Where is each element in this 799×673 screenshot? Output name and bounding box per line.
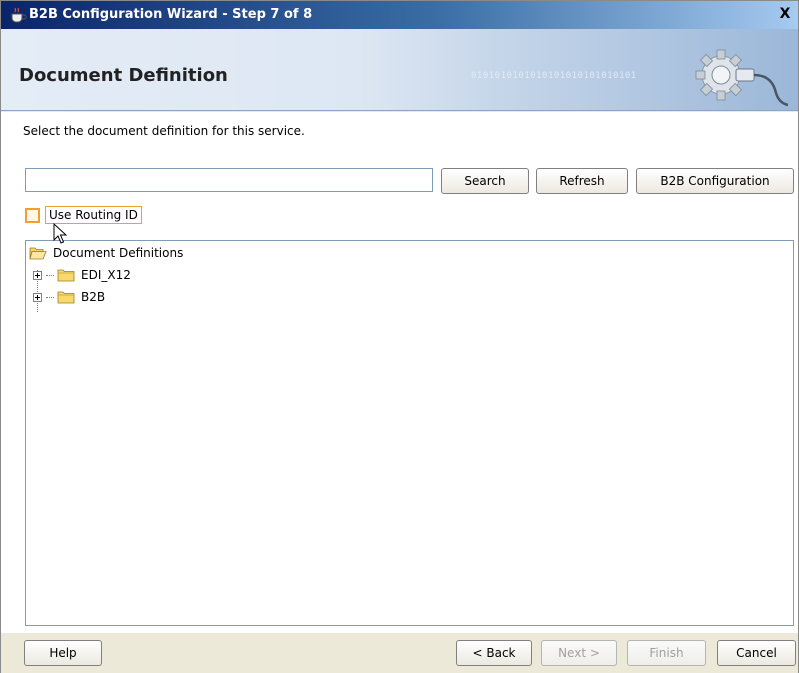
next-button-label: Next > [558, 646, 600, 660]
help-button[interactable]: Help [24, 640, 102, 666]
tree-node-label: EDI_X12 [81, 268, 131, 282]
header-banner: Document Definition 01010101010101010101… [1, 29, 798, 111]
finish-button[interactable]: Finish [627, 640, 706, 666]
page-title: Document Definition [19, 65, 228, 86]
expand-icon[interactable] [33, 292, 42, 302]
close-button[interactable]: X [776, 5, 794, 23]
cancel-button[interactable]: Cancel [717, 640, 796, 666]
search-input[interactable] [25, 168, 433, 192]
tree-node-label: B2B [81, 290, 106, 304]
folder-icon [57, 269, 75, 282]
open-folder-icon [29, 247, 47, 260]
finish-button-label: Finish [649, 646, 684, 660]
back-button[interactable]: < Back [456, 640, 532, 666]
back-button-label: < Back [472, 646, 516, 660]
title-bar[interactable]: B2B Configuration Wizard - Step 7 of 8 X [1, 1, 798, 29]
wizard-window: B2B Configuration Wizard - Step 7 of 8 X… [0, 0, 799, 673]
content-panel: Select the document definition for this … [1, 112, 798, 633]
refresh-button[interactable]: Refresh [536, 168, 628, 194]
folder-icon [57, 291, 75, 304]
footer-bar: Help < Back Next > Finish Cancel [1, 633, 798, 673]
tree-node-label: Document Definitions [53, 246, 184, 260]
tree-node-b2b[interactable]: B2B [33, 287, 105, 307]
tree-connector [46, 274, 54, 276]
binary-decoration: 0101010101010101010101010101 [471, 71, 637, 81]
window-title: B2B Configuration Wizard - Step 7 of 8 [29, 7, 313, 22]
tree-connector [46, 296, 54, 298]
mouse-pointer-icon [53, 223, 68, 244]
next-button[interactable]: Next > [541, 640, 617, 666]
tree-node-edi-x12[interactable]: EDI_X12 [33, 265, 131, 285]
use-routing-id-option[interactable]: Use Routing ID [25, 204, 142, 226]
cancel-button-label: Cancel [736, 646, 777, 660]
search-button[interactable]: Search [441, 168, 529, 194]
gear-plug-icon [695, 49, 789, 107]
b2b-configuration-button[interactable]: B2B Configuration [636, 168, 794, 194]
tree-node-document-definitions[interactable]: Document Definitions [29, 243, 183, 263]
document-definitions-tree[interactable]: Document Definitions EDI_X12 B2B [25, 240, 794, 626]
help-button-label: Help [49, 646, 77, 660]
instruction-text: Select the document definition for this … [23, 124, 305, 138]
expand-icon[interactable] [33, 270, 42, 280]
use-routing-id-label[interactable]: Use Routing ID [45, 206, 142, 224]
coffee-cup-icon [11, 7, 27, 23]
use-routing-id-checkbox[interactable] [25, 207, 40, 223]
